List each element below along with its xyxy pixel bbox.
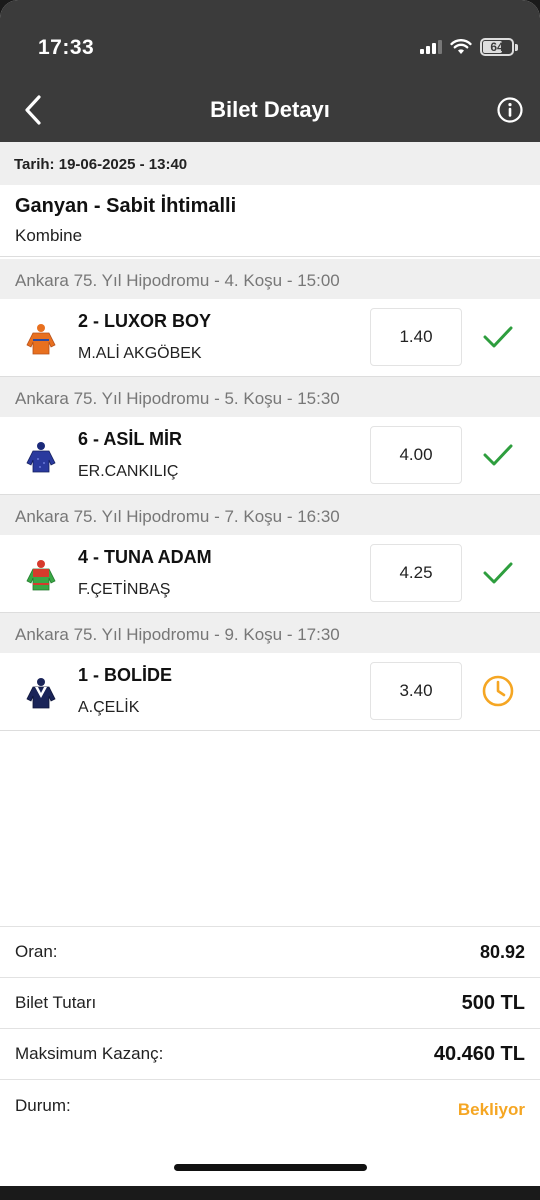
ticket-amount: 500 TL (461, 991, 525, 1014)
page-title: Bilet Detayı (210, 97, 330, 122)
selection-row[interactable]: 2 - LUXOR BOY M.ALİ AKGÖBEK 1.40 (0, 299, 540, 377)
home-indicator[interactable] (174, 1164, 367, 1171)
selection-row[interactable]: 1 - BOLİDE A.ÇELİK 3.40 (0, 653, 540, 731)
checkmark-icon (483, 326, 513, 348)
odds-box: 1.40 (370, 308, 462, 366)
blue-jersey-icon (26, 442, 56, 473)
checkmark-icon (483, 562, 513, 584)
summary-status-row: Durum: Bekliyor (0, 1079, 540, 1139)
status-time: 17:33 (38, 36, 95, 59)
race-header: Ankara 75. Yıl Hipodromu - 4. Koşu - 15:… (0, 259, 540, 299)
info-icon (497, 97, 523, 123)
ticket-summary: Oran: 80.92 Bilet Tutarı 500 TL Maksimum… (0, 926, 540, 1139)
clock-icon (482, 675, 514, 707)
odds-box: 3.40 (370, 662, 462, 720)
summary-max-win-row: Maksimum Kazanç: 40.460 TL (0, 1028, 540, 1079)
info-button[interactable] (496, 96, 524, 124)
race-header: Ankara 75. Yıl Hipodromu - 9. Koşu - 17:… (0, 613, 540, 653)
bet-type: Ganyan - Sabit İhtimalli (15, 195, 237, 217)
max-win-label: Maksimum Kazanç: (15, 1044, 164, 1063)
selection-row[interactable]: 4 - TUNA ADAM F.ÇETİNBAŞ 4.25 (0, 535, 540, 613)
status-value: Bekliyor (457, 1100, 525, 1119)
jockey-name: M.ALİ AKGÖBEK (78, 345, 202, 362)
top-bar: 17:33 64 Bilet Detayı (0, 0, 540, 142)
selection-row[interactable]: 6 - ASİL MİR ER.CANKILIÇ 4.00 (0, 417, 540, 495)
horse-name: 4 - TUNA ADAM (78, 547, 212, 567)
odds-label: Oran: (15, 942, 58, 961)
odds-box: 4.25 (370, 544, 462, 602)
status-label: Durum: (15, 1096, 71, 1115)
checkmark-icon (483, 444, 513, 466)
max-win-value: 40.460 TL (433, 1042, 525, 1065)
green-red-jersey-icon (26, 560, 56, 591)
wifi-icon (450, 39, 472, 54)
horse-name: 6 - ASİL MİR (78, 429, 183, 449)
odds-box: 4.00 (370, 426, 462, 484)
cellular-signal-icon (420, 40, 442, 54)
bet-info: Ganyan - Sabit İhtimalli Kombine (0, 185, 540, 257)
status-icons: 64 (420, 38, 518, 56)
jockey-name: A.ÇELİK (78, 699, 140, 716)
orange-jersey-icon (26, 324, 56, 355)
bottom-edge (0, 1186, 540, 1200)
battery-icon: 64 (480, 38, 514, 56)
summary-odds-row: Oran: 80.92 (0, 926, 540, 977)
ticket-date: Tarih: 19-06-2025 - 13:40 (0, 142, 540, 185)
summary-amount-row: Bilet Tutarı 500 TL (0, 977, 540, 1028)
navy-white-jersey-icon (26, 678, 56, 709)
jockey-name: F.ÇETİNBAŞ (78, 581, 171, 598)
horse-name: 1 - BOLİDE (78, 665, 173, 685)
battery-level: 64 (490, 40, 504, 54)
race-header: Ankara 75. Yıl Hipodromu - 7. Koşu - 16:… (0, 495, 540, 535)
phone-screen: 17:33 64 Bilet Detayı Tarih: 19-06-2025 … (0, 0, 540, 1200)
bet-subtype: Kombine (15, 226, 83, 245)
jockey-name: ER.CANKILIÇ (78, 463, 179, 480)
race-header: Ankara 75. Yıl Hipodromu - 5. Koşu - 15:… (0, 377, 540, 417)
amount-label: Bilet Tutarı (15, 993, 97, 1012)
odds-total: 80.92 (479, 941, 525, 962)
horse-name: 2 - LUXOR BOY (78, 311, 212, 331)
